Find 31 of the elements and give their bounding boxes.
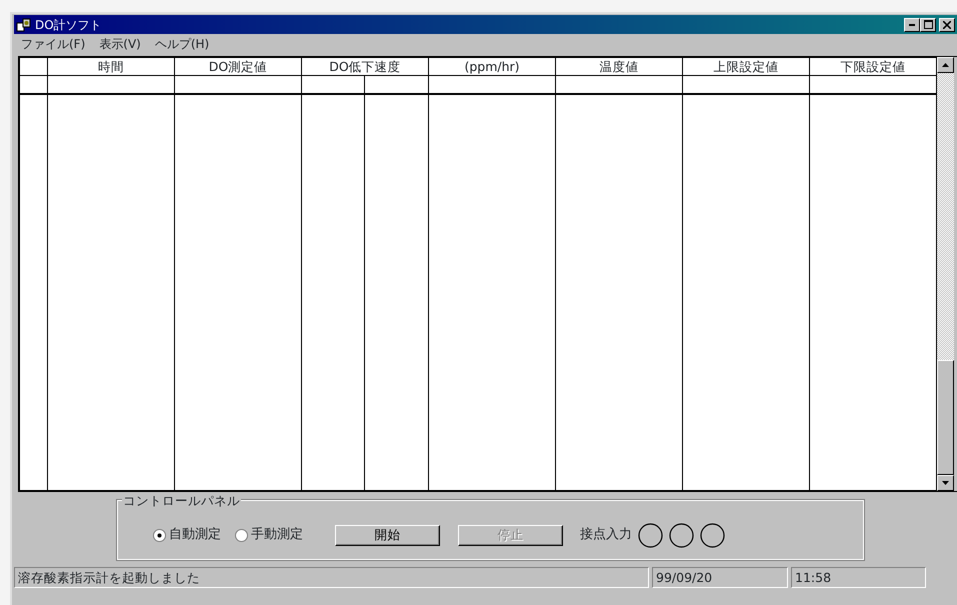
status-date: 99/09/20: [652, 567, 788, 588]
column-header: 下限設定値: [810, 58, 936, 76]
column-header: DO測定値: [174, 58, 302, 76]
vertical-scrollbar[interactable]: [937, 57, 954, 491]
scroll-down-icon[interactable]: [942, 481, 949, 485]
scroll-thumb[interactable]: [937, 360, 954, 475]
status-message: 溶存酸素指示計を起動しました: [14, 567, 649, 588]
menu-item[interactable]: ファイル(F): [14, 35, 92, 53]
scroll-up-icon[interactable]: [942, 63, 949, 67]
minimize-icon: [909, 24, 915, 26]
column-header: 時間: [48, 58, 174, 76]
push-button[interactable]: 開始: [335, 524, 440, 546]
minimize-button[interactable]: [904, 18, 920, 32]
column-header: 上限設定値: [682, 58, 810, 76]
contact-input-label: 接点入力: [580, 526, 632, 544]
maximize-icon: [924, 20, 932, 29]
close-icon: [943, 20, 951, 28]
column-header: DO低下速度: [302, 58, 428, 76]
radio-button[interactable]: [153, 528, 166, 542]
status-time: 11:58: [791, 567, 926, 588]
column-header: (ppm/hr): [428, 58, 556, 76]
radio-label: 自動測定: [169, 526, 221, 544]
maximize-button[interactable]: [920, 18, 936, 32]
app-icon: [16, 16, 32, 32]
radio-button[interactable]: [235, 528, 248, 542]
close-button[interactable]: [939, 18, 955, 32]
radio-label: 手動測定: [251, 526, 303, 544]
window-title: DO計ソフト: [35, 16, 102, 34]
menu-item[interactable]: ヘルプ(H): [148, 35, 216, 53]
menu-item[interactable]: 表示(V): [92, 35, 148, 53]
column-header: 温度値: [556, 58, 682, 76]
